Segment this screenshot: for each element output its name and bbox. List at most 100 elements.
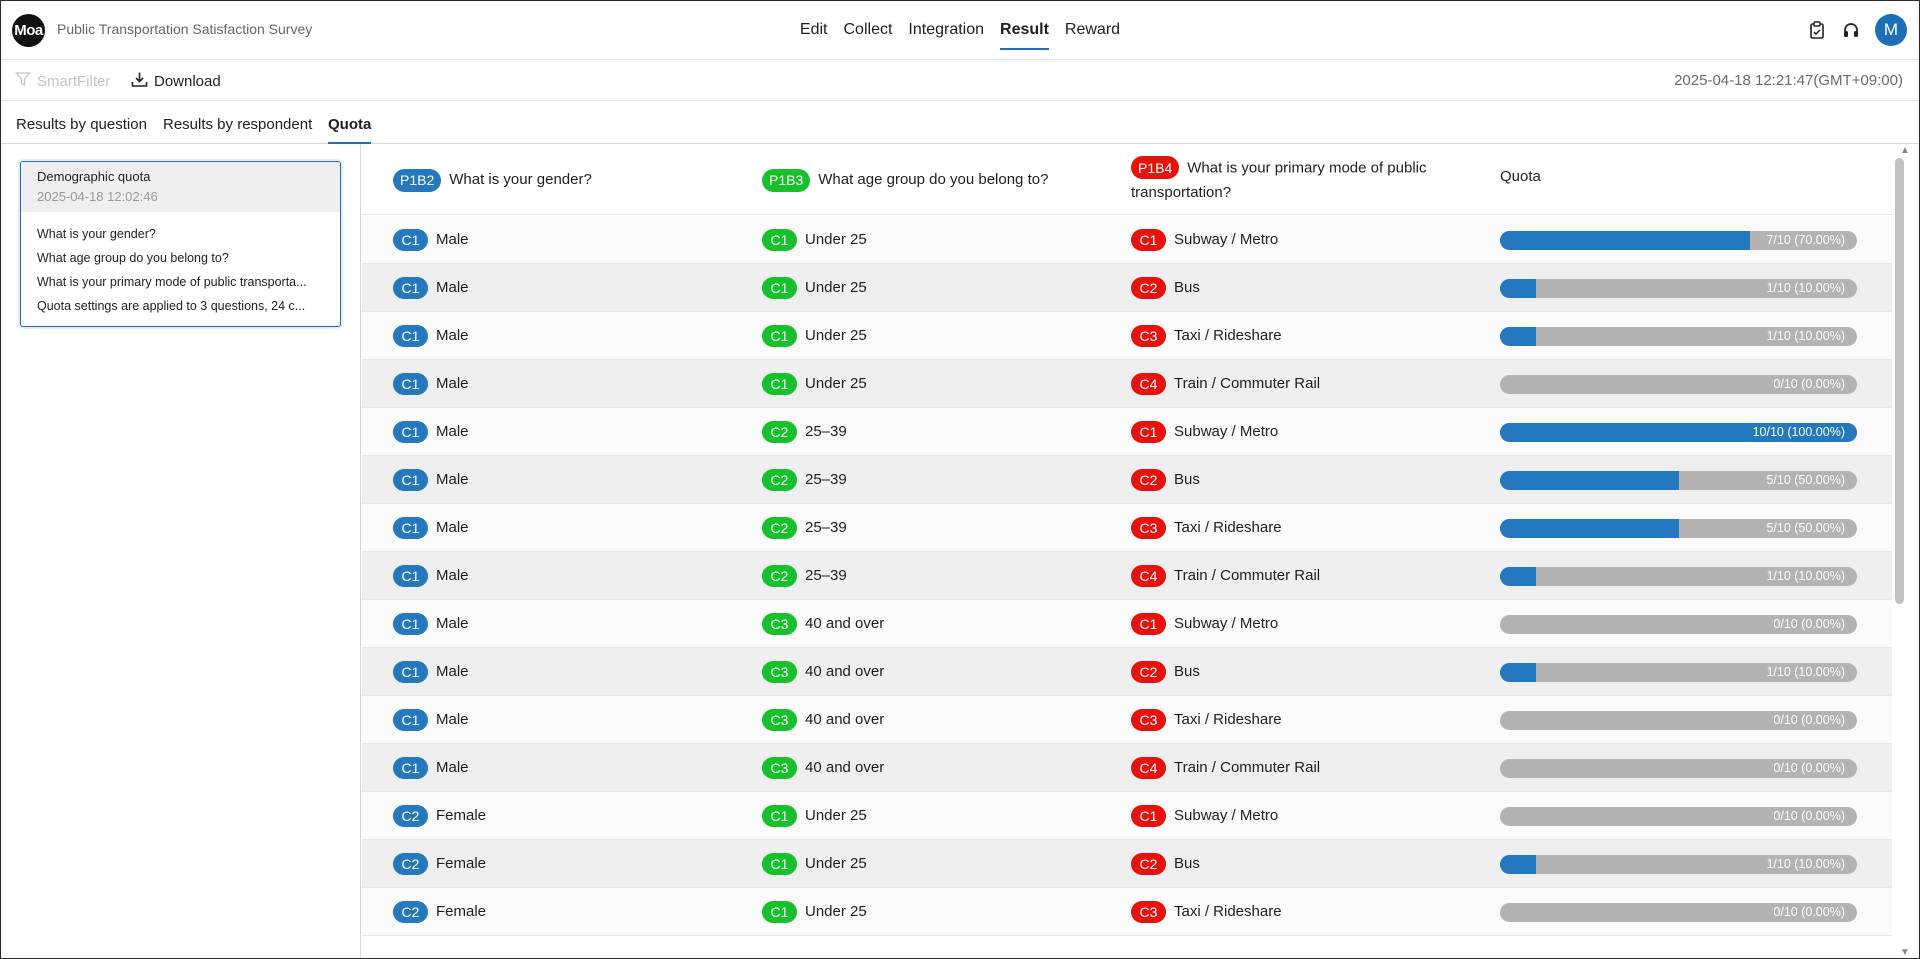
nav-edit[interactable]: Edit	[800, 1, 828, 50]
choice-tag: C2	[1131, 852, 1166, 875]
quota-progress-fill	[1500, 567, 1536, 586]
results-toolbar: SmartFilter Download 2025-04-18 12:21:47…	[1, 61, 1919, 101]
quota-progress-fill	[1500, 327, 1536, 346]
table-row: C1 Male C1 Under 25 C2 Bus 1/10 (10.00%)	[362, 264, 1892, 312]
quota-progress-bar: 0/10 (0.00%)	[1500, 375, 1857, 394]
smartfilter-button[interactable]: SmartFilter	[15, 71, 110, 91]
quota-card[interactable]: Demographic quota 2025-04-18 12:02:46 Wh…	[20, 161, 341, 327]
age-cell: C3 40 and over	[762, 648, 884, 695]
gender-cell: C1 Male	[393, 504, 469, 551]
header-actions: M	[1807, 14, 1907, 46]
choice-tag: C1	[393, 276, 428, 299]
choice-tag: C1	[393, 564, 428, 587]
quota-progress-label: 0/10 (0.00%)	[1773, 761, 1845, 775]
quota-settings-summary: Quota settings are applied to 3 question…	[37, 299, 306, 313]
quota-progress-label: 0/10 (0.00%)	[1773, 377, 1845, 391]
result-timestamp: 2025-04-18 12:21:47(GMT+09:00)	[1674, 72, 1903, 89]
age-cell: C1 Under 25	[762, 888, 867, 935]
choice-tag: C3	[1131, 516, 1166, 539]
gender-cell: C1 Male	[393, 648, 469, 695]
download-button[interactable]: Download	[131, 71, 221, 92]
age-cell: C1 Under 25	[762, 216, 867, 263]
table-row: C2 Female C1 Under 25 C2 Bus 1/10 (10.00%)	[362, 840, 1892, 888]
choice-label: Female	[436, 807, 487, 824]
choice-label: 25–39	[805, 423, 847, 440]
question-tag: P1B3	[762, 168, 811, 192]
nav-result[interactable]: Result	[1000, 1, 1049, 50]
choice-tag: C1	[762, 276, 797, 299]
scroll-up-icon[interactable]: ▲	[1892, 144, 1918, 156]
app-logo[interactable]: Moa	[12, 14, 45, 47]
choice-tag: C1	[762, 324, 797, 347]
choice-tag: C1	[393, 420, 428, 443]
choice-label: Male	[436, 711, 469, 728]
choice-tag: C1	[1131, 804, 1166, 827]
user-avatar[interactable]: M	[1875, 14, 1907, 46]
choice-tag: C1	[762, 804, 797, 827]
table-scrollbar[interactable]: ▲ ▼	[1892, 144, 1918, 958]
clipboard-icon[interactable]	[1807, 20, 1827, 40]
gender-cell: C1 Male	[393, 312, 469, 359]
gender-cell: C1 Male	[393, 456, 469, 503]
survey-title: Public Transportation Satisfaction Surve…	[57, 21, 313, 37]
quota-progress-label: 0/10 (0.00%)	[1773, 617, 1845, 631]
quota-table: P1B2 What is your gender? P1B3 What age …	[362, 144, 1892, 958]
transport-cell: C4 Train / Commuter Rail	[1131, 744, 1320, 791]
nav-integration[interactable]: Integration	[908, 1, 984, 50]
choice-label: Under 25	[805, 903, 867, 920]
choice-tag: C2	[393, 804, 428, 827]
tab-results-by-question[interactable]: Results by question	[16, 116, 147, 144]
nav-reward[interactable]: Reward	[1065, 1, 1120, 50]
choice-label: Subway / Metro	[1174, 807, 1279, 824]
gender-cell: C1 Male	[393, 600, 469, 647]
quota-progress-bar: 1/10 (10.00%)	[1500, 567, 1857, 586]
choice-label: Female	[436, 903, 487, 920]
gender-cell: C1 Male	[393, 264, 469, 311]
choice-label: Under 25	[805, 231, 867, 248]
scroll-thumb[interactable]	[1895, 158, 1904, 604]
choice-label: Male	[436, 231, 469, 248]
choice-tag: C1	[393, 612, 428, 635]
headset-icon[interactable]	[1841, 20, 1861, 40]
choice-label: Under 25	[805, 327, 867, 344]
tab-quota[interactable]: Quota	[328, 116, 372, 144]
quota-progress-label: 0/10 (0.00%)	[1773, 713, 1845, 727]
choice-label: Male	[436, 519, 469, 536]
quota-progress-fill	[1500, 519, 1679, 538]
table-row: C2 Female C1 Under 25 C1 Subway / Metro 0/10 (…	[362, 792, 1892, 840]
choice-label: Male	[436, 423, 469, 440]
choice-label: Taxi / Rideshare	[1174, 711, 1282, 728]
quota-question-line: What is your primary mode of public tran…	[37, 275, 307, 289]
choice-tag: C1	[762, 900, 797, 923]
choice-label: Bus	[1174, 855, 1200, 872]
choice-label: Train / Commuter Rail	[1174, 567, 1321, 584]
result-tabs: Results by question Results by responden…	[1, 102, 1919, 144]
transport-cell: C1 Subway / Metro	[1131, 600, 1278, 647]
table-row: C1 Male C3 40 and over C4 Train / Commuter Ra…	[362, 744, 1892, 792]
app-header: Moa Public Transportation Satisfaction S…	[1, 1, 1919, 60]
table-row: C1 Male C2 25–39 C3 Taxi / Rideshare 5/10 (50.…	[362, 504, 1892, 552]
quota-progress-label: 1/10 (10.00%)	[1766, 329, 1845, 343]
age-cell: C2 25–39	[762, 456, 847, 503]
quota-progress-bar: 0/10 (0.00%)	[1500, 903, 1857, 922]
quota-date: 2025-04-18 12:02:46	[37, 189, 158, 204]
choice-label: Bus	[1174, 471, 1200, 488]
choice-label: Male	[436, 471, 469, 488]
choice-label: Male	[436, 567, 469, 584]
table-row: C1 Male C1 Under 25 C1 Subway / Metro 7/10 (70…	[362, 216, 1892, 264]
choice-label: Male	[436, 663, 469, 680]
choice-label: 25–39	[805, 567, 847, 584]
header-gender: P1B2 What is your gender?	[393, 154, 723, 206]
quota-progress-bar: 5/10 (50.00%)	[1500, 519, 1857, 538]
quota-name: Demographic quota	[37, 169, 151, 184]
choice-tag: C1	[393, 324, 428, 347]
choice-tag: C3	[762, 756, 797, 779]
choice-label: Taxi / Rideshare	[1174, 519, 1282, 536]
tab-results-by-respondent[interactable]: Results by respondent	[163, 116, 312, 144]
nav-collect[interactable]: Collect	[844, 1, 893, 50]
quota-progress-fill	[1500, 231, 1750, 250]
question-tag: P1B4	[1131, 156, 1180, 179]
choice-tag: C1	[762, 372, 797, 395]
choice-label: Male	[436, 327, 469, 344]
scroll-down-icon[interactable]: ▼	[1892, 946, 1918, 958]
